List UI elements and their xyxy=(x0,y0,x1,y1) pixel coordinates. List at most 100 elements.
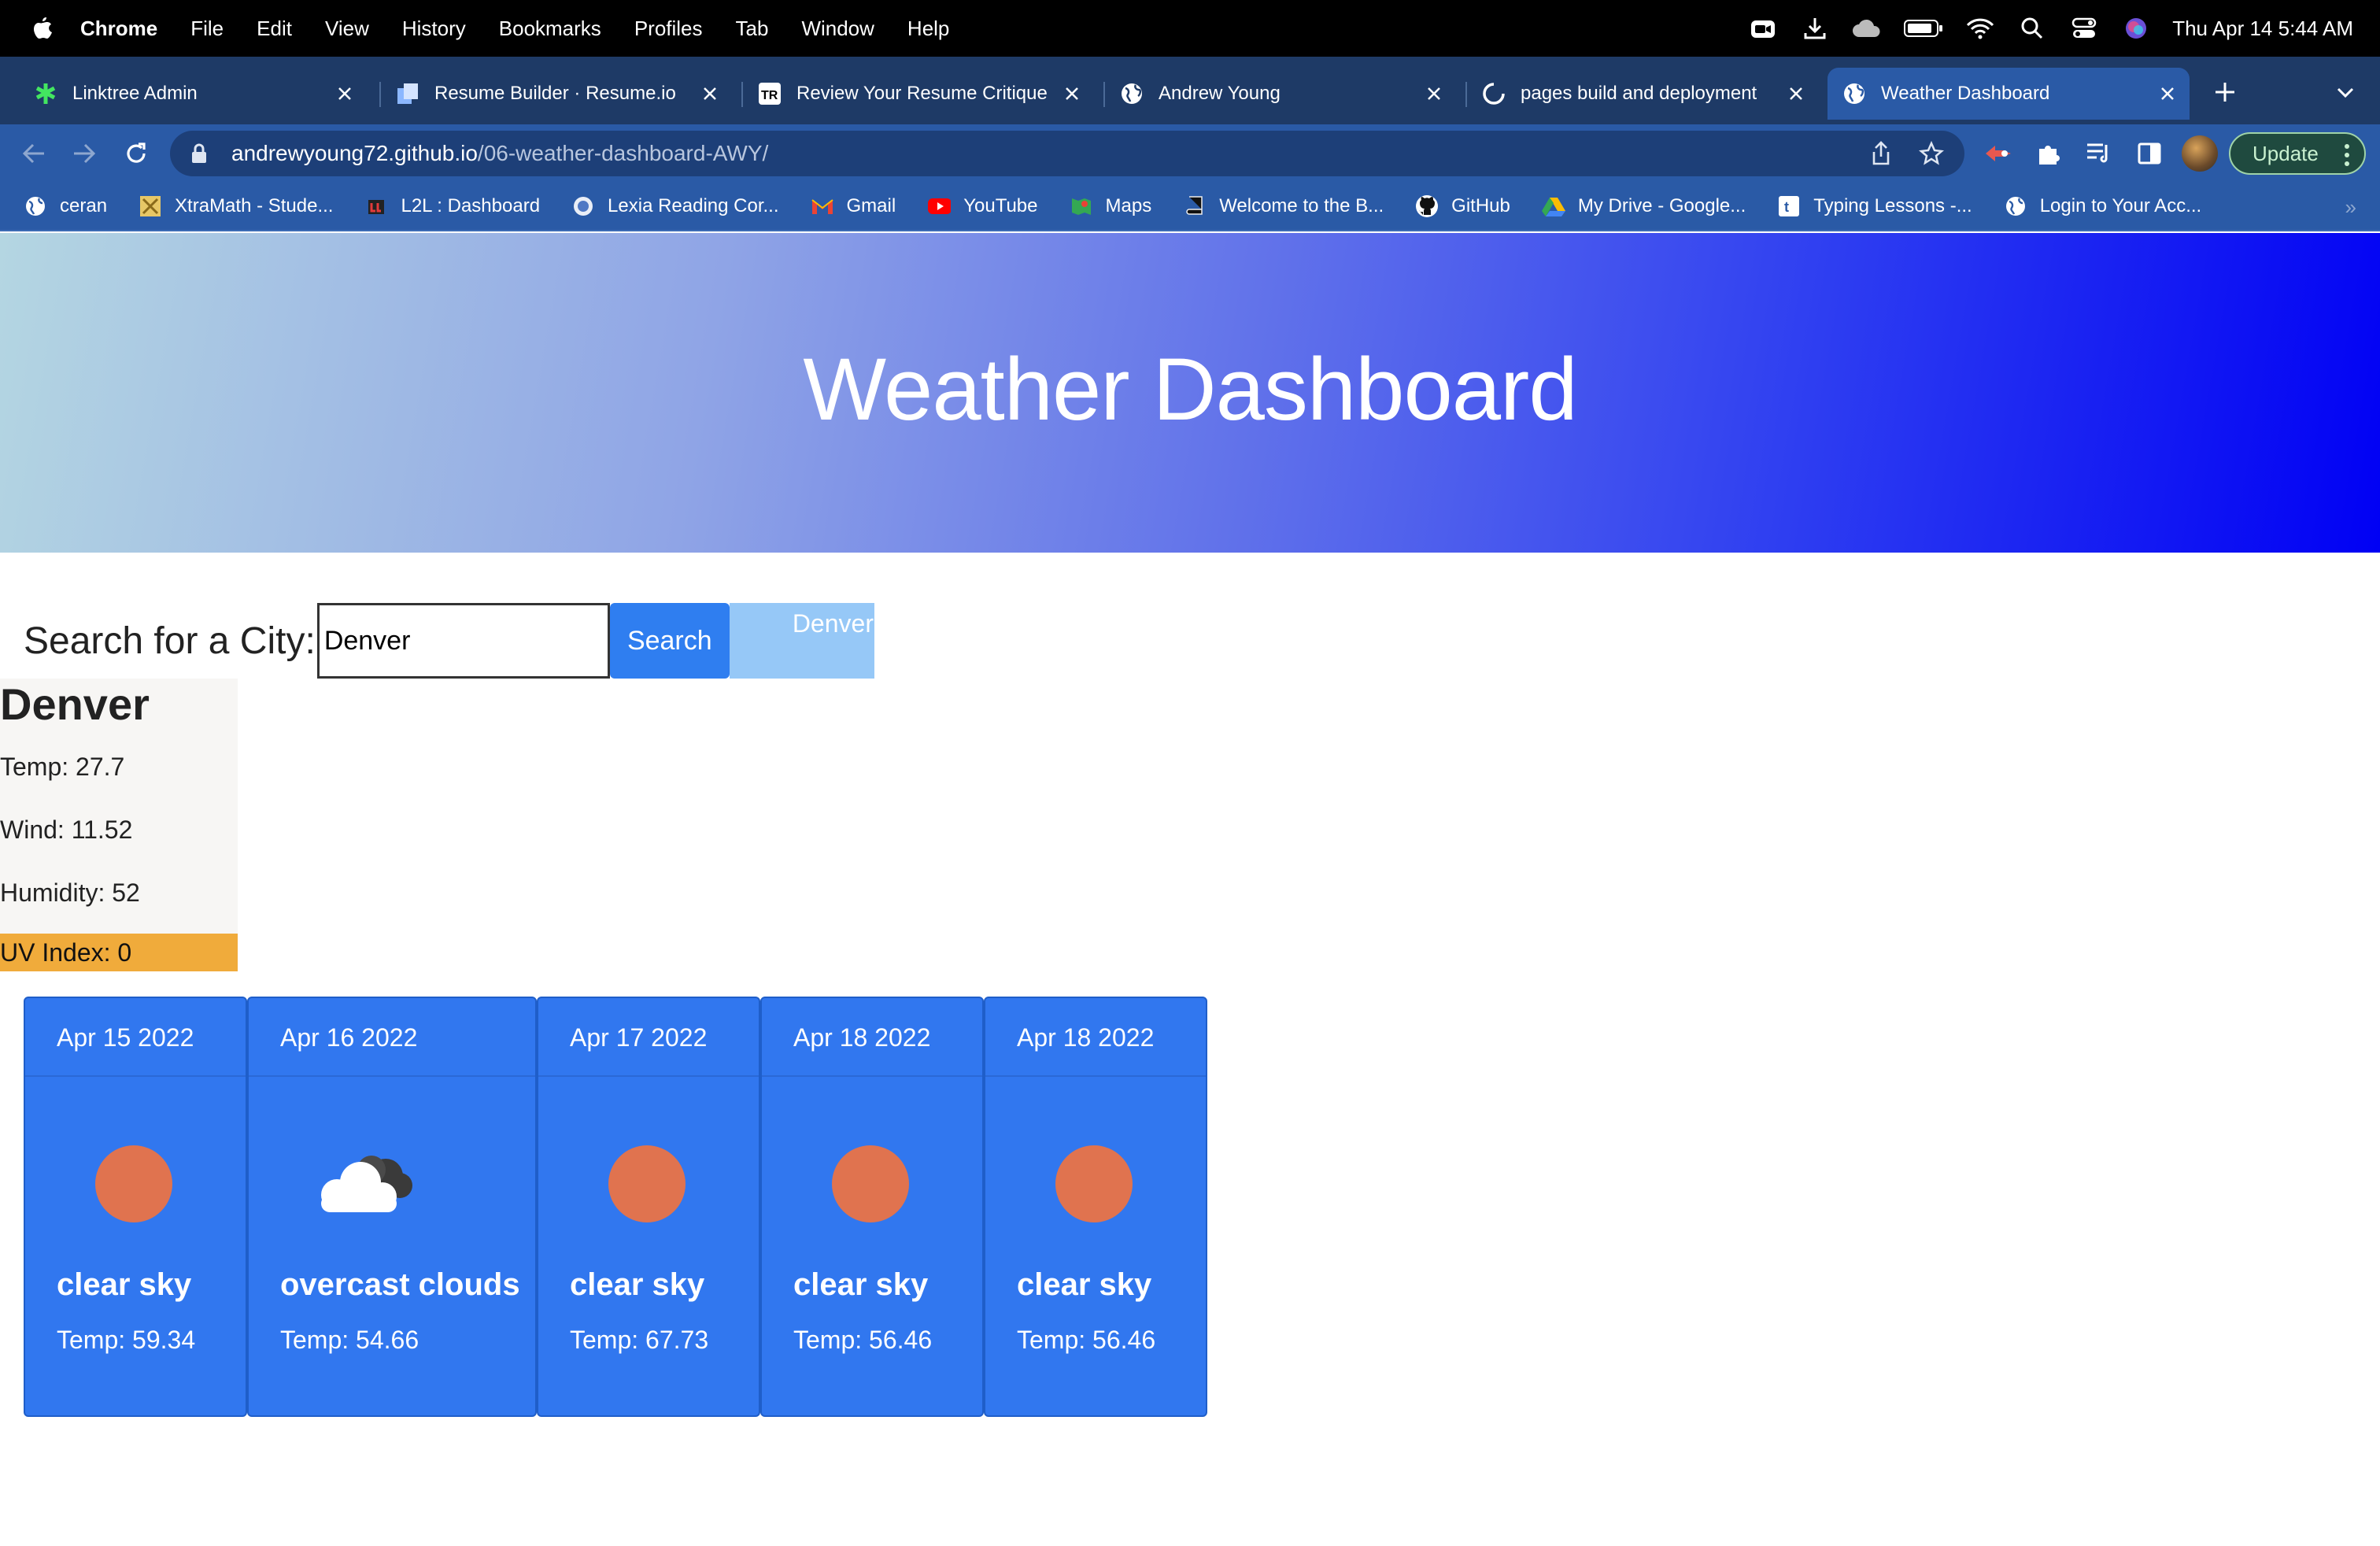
menu-window[interactable]: Window xyxy=(801,17,874,41)
bookmark-label: L2L : Dashboard xyxy=(401,195,541,216)
battery-icon[interactable] xyxy=(1903,13,1944,44)
menu-profiles[interactable]: Profiles xyxy=(634,17,703,41)
tab-weather-dashboard[interactable]: Weather Dashboard xyxy=(1828,68,2190,120)
forecast-date: Apr 15 2022 xyxy=(57,1023,194,1052)
bookmark-star-icon[interactable] xyxy=(1916,138,1947,169)
sun-icon xyxy=(608,1145,686,1222)
menu-bookmarks[interactable]: Bookmarks xyxy=(499,17,601,41)
tr-icon: TR xyxy=(757,81,782,106)
screen-recorder-extension-icon[interactable] xyxy=(1980,135,2016,172)
download-icon[interactable] xyxy=(1799,13,1831,44)
forecast-temp: Temp: 67.73 xyxy=(570,1326,709,1354)
bookmark-ceran[interactable]: ceran xyxy=(24,194,107,218)
forecast-description: clear sky xyxy=(57,1267,192,1302)
svg-text:TR: TR xyxy=(761,89,778,102)
share-icon[interactable] xyxy=(1865,138,1897,169)
cloud-icon xyxy=(321,1156,412,1212)
tab-andrew-young[interactable]: Andrew Young xyxy=(1105,68,1456,120)
close-icon[interactable] xyxy=(334,83,356,105)
side-panel-icon[interactable] xyxy=(2131,135,2168,172)
forecast-temp: Temp: 59.34 xyxy=(57,1326,196,1354)
bookmark-maps[interactable]: Maps xyxy=(1070,194,1151,218)
forecast-description: clear sky xyxy=(1017,1267,1152,1302)
sun-icon xyxy=(95,1145,172,1222)
menu-view[interactable]: View xyxy=(325,17,369,41)
reading-list-icon[interactable] xyxy=(2081,135,2117,172)
menu-app-name[interactable]: Chrome xyxy=(80,17,157,41)
drive-icon xyxy=(1541,194,1565,218)
forecast-date: Apr 16 2022 xyxy=(280,1023,418,1052)
apple-icon[interactable] xyxy=(31,16,54,41)
globe-icon xyxy=(1842,81,1867,106)
search-label: Search for a City: xyxy=(24,620,316,662)
tab-linktree-admin[interactable]: Linktree Admin xyxy=(19,68,367,120)
card-divider xyxy=(538,1075,759,1077)
menu-help[interactable]: Help xyxy=(907,17,949,41)
bookmark-github[interactable]: GitHub xyxy=(1415,194,1510,218)
new-tab-button[interactable] xyxy=(2205,72,2245,112)
uv-index-badge: UV Index: 0 xyxy=(0,934,238,971)
address-bar[interactable]: andrewyoung72.github.io/06-weather-dashb… xyxy=(170,131,1964,176)
bookmark-l2l[interactable]: L2L : Dashboard xyxy=(364,194,540,218)
forecast-card: Apr 16 2022 overcast clouds Temp: 54.66 xyxy=(247,997,537,1417)
forecast-card: Apr 18 2022 clear sky Temp: 56.46 xyxy=(984,997,1207,1417)
bookmark-login[interactable]: Login to Your Acc... xyxy=(2004,194,2201,218)
tab-title: Resume Builder · Resume.io xyxy=(434,83,676,104)
bookmark-youtube[interactable]: YouTube xyxy=(927,194,1038,218)
current-temp: Temp: 27.7 xyxy=(0,753,125,781)
lock-icon[interactable] xyxy=(190,142,213,165)
bookmark-xtramath[interactable]: XtraMath - Stude... xyxy=(139,194,333,218)
forecast-temp: Temp: 56.46 xyxy=(793,1326,933,1354)
bookmark-drive[interactable]: My Drive - Google... xyxy=(1541,194,1746,218)
forecast-date: Apr 18 2022 xyxy=(793,1023,931,1052)
current-city-name: Denver xyxy=(0,679,150,729)
extensions-puzzle-icon[interactable] xyxy=(2031,135,2067,172)
update-button[interactable]: Update xyxy=(2229,132,2366,175)
menu-file[interactable]: File xyxy=(190,17,224,41)
bookmark-welcome[interactable]: Welcome to the B... xyxy=(1183,194,1384,218)
search-history-button-denver[interactable]: Denver xyxy=(729,603,874,679)
menu-edit[interactable]: Edit xyxy=(257,17,292,41)
tab-resume-builder[interactable]: Resume Builder · Resume.io xyxy=(381,68,732,120)
profile-avatar[interactable] xyxy=(2182,135,2218,172)
wifi-icon[interactable] xyxy=(1964,13,1996,44)
tab-review-resume[interactable]: TR Review Your Resume Critique xyxy=(743,68,1094,120)
globe-icon xyxy=(24,194,47,218)
lexia-icon xyxy=(571,194,595,218)
forward-button[interactable] xyxy=(66,135,102,172)
zoom-video-icon[interactable] xyxy=(1747,13,1779,44)
search-button[interactable]: Search xyxy=(609,603,730,679)
plus-icon xyxy=(2216,83,2234,102)
chevron-double-right-icon[interactable]: » xyxy=(2345,195,2356,220)
reload-button[interactable] xyxy=(118,135,154,172)
back-button[interactable] xyxy=(16,135,52,172)
l2l-icon xyxy=(364,194,388,218)
menu-bar-clock[interactable]: Thu Apr 14 5:44 AM xyxy=(2172,17,2353,41)
city-search-form: Search for a City: Search Denver xyxy=(24,603,874,679)
current-wind: Wind: 11.52 xyxy=(0,816,133,844)
close-icon[interactable] xyxy=(2156,83,2179,105)
tab-pages-build[interactable]: pages build and deployment xyxy=(1467,68,1818,120)
close-icon[interactable] xyxy=(1061,83,1083,105)
card-divider xyxy=(25,1075,246,1077)
current-humidity: Humidity: 52 xyxy=(0,878,140,907)
bookmark-typing[interactable]: t Typing Lessons -... xyxy=(1777,194,1972,218)
tab-search-button[interactable] xyxy=(2328,76,2363,110)
sun-icon xyxy=(832,1145,909,1222)
gmail-icon xyxy=(811,194,834,218)
siri-icon[interactable] xyxy=(2120,13,2152,44)
history-button-label: Denver xyxy=(792,609,874,638)
close-icon[interactable] xyxy=(1785,83,1807,105)
control-center-icon[interactable] xyxy=(2068,13,2100,44)
card-divider xyxy=(985,1075,1206,1077)
reload-icon xyxy=(127,142,146,163)
menu-tab[interactable]: Tab xyxy=(736,17,769,41)
city-search-input[interactable] xyxy=(316,603,610,679)
spotlight-search-icon[interactable] xyxy=(2016,13,2048,44)
bookmark-lexia[interactable]: Lexia Reading Cor... xyxy=(571,194,779,218)
close-icon[interactable] xyxy=(1423,83,1445,105)
bookmark-gmail[interactable]: Gmail xyxy=(811,194,896,218)
cloud-status-icon[interactable] xyxy=(1851,13,1883,44)
close-icon[interactable] xyxy=(699,83,721,105)
menu-history[interactable]: History xyxy=(402,17,466,41)
